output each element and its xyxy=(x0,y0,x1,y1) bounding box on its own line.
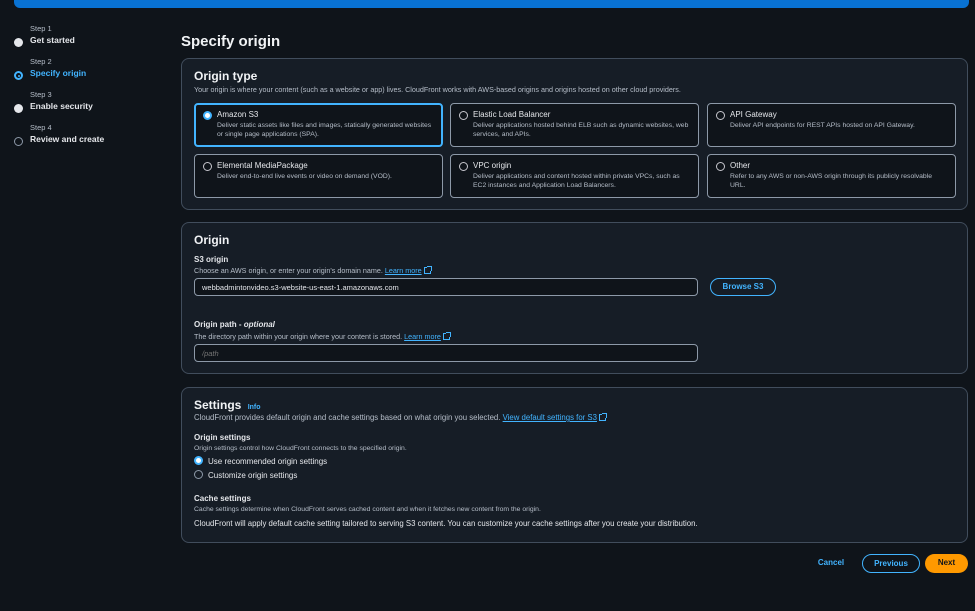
option-description: Deliver end-to-end live events or video … xyxy=(217,173,392,180)
step-2[interactable]: Step 2 Specify origin xyxy=(14,57,164,90)
option-label: Use recommended origin settings xyxy=(208,457,328,466)
top-banner xyxy=(14,0,969,8)
origin-path-input[interactable] xyxy=(194,344,698,362)
origin-option-vpc[interactable]: VPC origin Deliver applications and cont… xyxy=(450,154,699,198)
learn-more-link[interactable]: Learn more xyxy=(385,266,422,275)
cache-settings-label: Cache settings xyxy=(194,494,251,503)
origin-type-panel: Origin type Your origin is where your co… xyxy=(181,58,968,210)
origin-type-description: Your origin is where your content (such … xyxy=(194,85,681,94)
learn-more-link[interactable]: Learn more xyxy=(404,332,441,341)
previous-button[interactable]: Previous xyxy=(862,554,920,573)
origin-option-other[interactable]: Other Refer to any AWS or non-AWS origin… xyxy=(707,154,956,198)
info-link[interactable]: Info xyxy=(248,404,261,411)
origin-option-amazon-s3[interactable]: Amazon S3 Deliver static assets like fil… xyxy=(194,103,443,147)
origin-option-mediapackage[interactable]: Elemental MediaPackage Deliver end-to-en… xyxy=(194,154,443,198)
radio-unselected[interactable] xyxy=(459,111,468,120)
s3-origin-description: Choose an AWS origin, or enter your orig… xyxy=(194,266,432,275)
radio-unselected[interactable] xyxy=(194,470,203,479)
step-number: Step 3 xyxy=(30,90,52,99)
settings-panel: Settings Info CloudFront provides defaul… xyxy=(181,387,968,543)
origin-path-label: Origin path - optional xyxy=(194,320,275,329)
option-recommended-settings[interactable]: Use recommended origin settings xyxy=(194,456,327,466)
step-3: Step 3 Enable security xyxy=(14,90,164,123)
option-description: Deliver API endpoints for REST APIs host… xyxy=(730,122,915,129)
external-link-icon xyxy=(598,413,607,421)
option-title: Elastic Load Balancer xyxy=(473,110,551,119)
step-indicator xyxy=(14,104,23,113)
option-description: Deliver static assets like files and ima… xyxy=(217,122,432,138)
step-name: Get started xyxy=(30,35,75,45)
step-name: Enable security xyxy=(30,101,93,111)
radio-unselected[interactable] xyxy=(459,162,468,171)
external-link-icon xyxy=(423,266,432,274)
radio-unselected[interactable] xyxy=(716,162,725,171)
option-description: Deliver applications and content hosted … xyxy=(473,173,680,189)
optional-tag: optional xyxy=(243,320,275,329)
option-title: API Gateway xyxy=(730,110,777,119)
step-number: Step 4 xyxy=(30,123,52,132)
origin-type-title: Origin type xyxy=(194,69,258,83)
step-indicator xyxy=(14,71,23,80)
step-name: Specify origin xyxy=(30,68,87,78)
option-title: Elemental MediaPackage xyxy=(217,161,308,170)
origin-option-elb[interactable]: Elastic Load Balancer Deliver applicatio… xyxy=(450,103,699,147)
step-number: Step 1 xyxy=(30,24,52,33)
option-title: Other xyxy=(730,161,751,170)
page-title: Specify origin xyxy=(181,33,281,50)
origin-path-label-text: Origin path - xyxy=(194,320,244,329)
browse-s3-button[interactable]: Browse S3 xyxy=(710,278,776,296)
origin-path-description: The directory path within your origin wh… xyxy=(194,332,451,341)
radio-unselected[interactable] xyxy=(716,111,725,120)
option-description: Refer to any AWS or non-AWS origin throu… xyxy=(730,173,932,189)
external-link-icon xyxy=(442,332,451,340)
option-customize-settings[interactable]: Customize origin settings xyxy=(194,470,297,480)
settings-description: CloudFront provides default origin and c… xyxy=(194,413,607,422)
step-1[interactable]: Step 1 Get started xyxy=(14,24,164,57)
option-description: Deliver applications hosted behind ELB s… xyxy=(473,122,689,138)
step-indicator xyxy=(14,137,23,146)
radio-selected[interactable] xyxy=(203,111,212,120)
step-number: Step 2 xyxy=(30,57,52,66)
origin-option-api-gateway[interactable]: API Gateway Deliver API endpoints for RE… xyxy=(707,103,956,147)
origin-path-help-text: The directory path within your origin wh… xyxy=(194,332,403,341)
origin-settings-label: Origin settings xyxy=(194,433,251,442)
radio-unselected[interactable] xyxy=(203,162,212,171)
origin-settings-description: Origin settings control how CloudFront c… xyxy=(194,445,407,452)
step-4: Step 4 Review and create xyxy=(14,123,164,156)
step-indicator xyxy=(14,38,23,47)
next-button[interactable]: Next xyxy=(925,554,968,573)
wizard-steps: Step 1 Get started Step 2 Specify origin… xyxy=(14,24,164,156)
settings-title-text: Settings xyxy=(194,398,242,412)
option-title: VPC origin xyxy=(473,161,512,170)
origin-panel: Origin S3 origin Choose an AWS origin, o… xyxy=(181,222,968,374)
origin-title: Origin xyxy=(194,233,230,247)
settings-help-text: CloudFront provides default origin and c… xyxy=(194,413,501,422)
cache-settings-note: CloudFront will apply default cache sett… xyxy=(194,519,698,528)
cache-settings-description: Cache settings determine when CloudFront… xyxy=(194,506,541,513)
option-label: Customize origin settings xyxy=(208,471,298,480)
s3-origin-label: S3 origin xyxy=(194,255,229,264)
radio-selected[interactable] xyxy=(194,456,203,465)
option-title: Amazon S3 xyxy=(217,110,259,119)
settings-title: Settings Info xyxy=(194,398,261,412)
s3-origin-input[interactable]: webbadmintonvideo.s3-website-us-east-1.a… xyxy=(194,278,698,296)
s3-origin-help-text: Choose an AWS origin, or enter your orig… xyxy=(194,266,383,275)
step-name: Review and create xyxy=(30,134,105,144)
view-default-settings-link[interactable]: View default settings for S3 xyxy=(503,413,597,422)
cancel-button[interactable]: Cancel xyxy=(808,554,854,571)
